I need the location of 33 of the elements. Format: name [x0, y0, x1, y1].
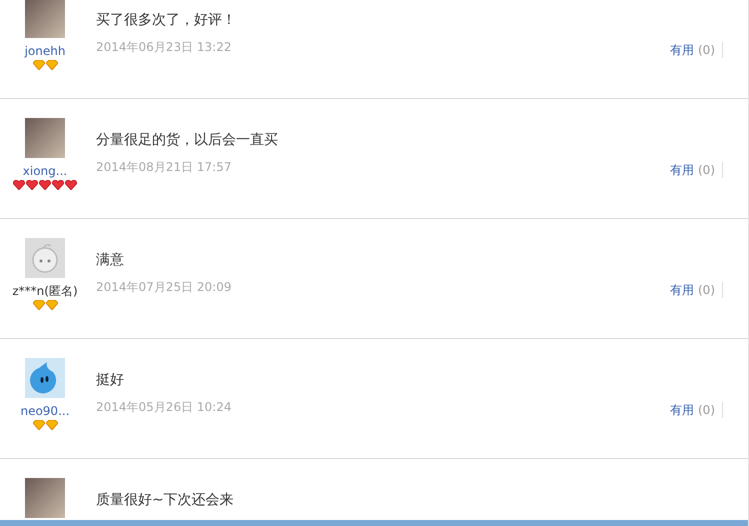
review-comment: 分量很足的货，以后会一直买: [96, 131, 279, 150]
diamond-icon: [32, 60, 44, 70]
heart-icon: [39, 180, 51, 190]
useful-link[interactable]: 有用 (0): [670, 42, 723, 58]
user-name[interactable]: jonehh: [24, 43, 66, 59]
useful-link[interactable]: 有用 (0): [670, 162, 723, 178]
review-comment: 买了很多次了，好评！: [96, 11, 237, 30]
diamond-icon: [32, 420, 44, 430]
heart-icon: [13, 180, 25, 190]
photo-placeholder: [25, 0, 65, 38]
photo-placeholder: [25, 478, 65, 518]
photo-placeholder: [25, 118, 65, 158]
heart-icon: [65, 180, 77, 190]
review-comment: 挺好: [96, 371, 125, 390]
review-comment: 质量很好~下次还会来: [96, 491, 235, 510]
diamond-icon: [32, 300, 44, 310]
heart-icon: [52, 180, 64, 190]
review-date: 2014年07月25日 20:09: [96, 279, 232, 295]
useful-link[interactable]: 有用 (0): [670, 402, 723, 418]
default-avatar-icon: [25, 238, 65, 278]
user-name[interactable]: neo90...: [20, 403, 70, 419]
heart-icon: [26, 180, 38, 190]
diamond-icon: [46, 60, 58, 70]
droplet-avatar-icon: [25, 358, 65, 398]
review-date: 2014年08月21日 17:57: [96, 159, 232, 175]
user-name[interactable]: xiong...: [22, 163, 68, 179]
review-comment: 满意: [96, 251, 125, 270]
diamond-icon: [46, 420, 58, 430]
diamond-icon: [46, 300, 58, 310]
review-date: 2014年05月26日 10:24: [96, 399, 232, 415]
user-name: z***n(匿名): [12, 283, 78, 299]
review-date: 2014年06月23日 13:22: [96, 39, 232, 55]
useful-link[interactable]: 有用 (0): [670, 282, 723, 298]
